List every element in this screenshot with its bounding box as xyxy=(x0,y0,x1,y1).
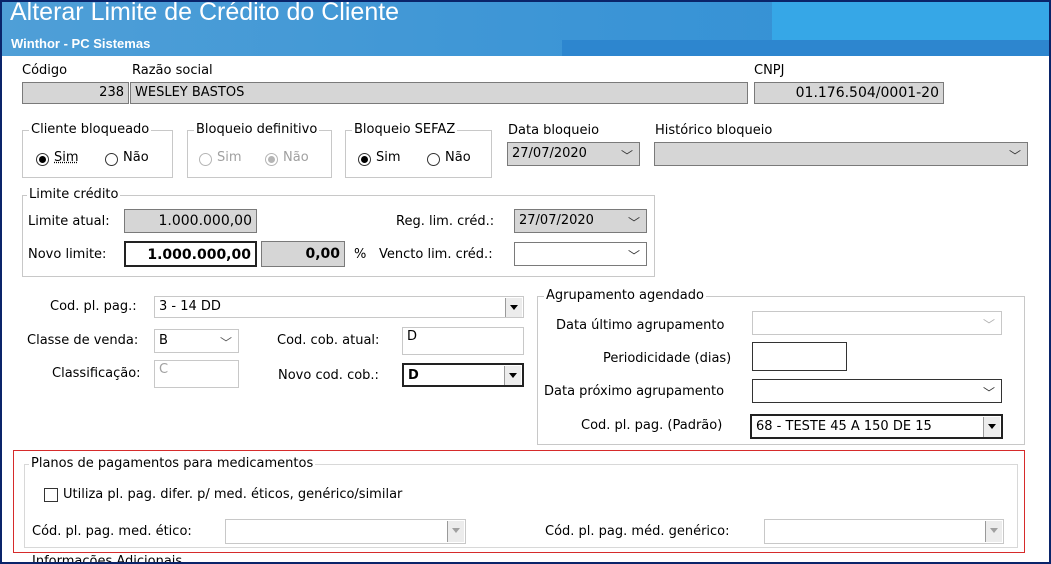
cod-pl-pag-value: 3 - 14 DD xyxy=(159,299,221,314)
agrupamento-agendado-legend: Agrupamento agendado xyxy=(544,288,706,303)
utiliza-pl-pag-checkbox[interactable] xyxy=(44,488,58,502)
bloqueio-definitivo-sim-label[interactable]: Sim xyxy=(217,150,242,165)
limite-credito-legend: Limite crédito xyxy=(27,187,121,202)
historico-bloqueio-label: Histórico bloqueio xyxy=(655,123,773,138)
bloqueio-sefaz-sim-radio[interactable] xyxy=(358,153,371,166)
cliente-bloqueado-nao-label[interactable]: Não xyxy=(123,150,149,165)
chevron-down-icon[interactable]: ﹀ xyxy=(628,212,640,232)
chevron-down-icon[interactable]: ﹀ xyxy=(220,332,232,352)
cod-pl-pag-padrao-combo[interactable]: 68 - TESTE 45 A 150 DE 15 xyxy=(750,414,1003,439)
medicamentos-legend: Planos de pagamentos para medicamentos xyxy=(29,456,316,471)
window-title: Alterar Limite de Crédito do Cliente xyxy=(10,2,400,26)
bloqueio-definitivo-nao-radio[interactable] xyxy=(265,153,278,166)
bloqueio-sefaz-legend: Bloqueio SEFAZ xyxy=(352,122,458,137)
razao-social-label: Razão social xyxy=(132,63,213,78)
bloqueio-definitivo-nao-label[interactable]: Não xyxy=(283,150,309,165)
codigo-field[interactable]: 238 xyxy=(22,82,129,104)
data-bloqueio-picker[interactable]: 27/07/2020 ﹀ xyxy=(507,142,640,166)
percentual-field[interactable]: 0,00 xyxy=(261,241,345,267)
cod-pl-pag-padrao-label: Cod. pl. pag. (Padrão) xyxy=(581,418,723,433)
dropdown-arrow-icon[interactable] xyxy=(447,521,464,542)
cod-pl-pag-label: Cod. pl. pag.: xyxy=(50,299,137,314)
cliente-bloqueado-sim-label[interactable]: Sim xyxy=(54,150,79,165)
novo-limite-label: Novo limite: xyxy=(28,247,107,262)
dropdown-arrow-icon[interactable] xyxy=(505,298,522,317)
bloqueio-definitivo-legend: Bloqueio definitivo xyxy=(194,122,320,137)
bloqueio-sefaz-nao-radio[interactable] xyxy=(427,153,440,166)
data-bloqueio-value: 27/07/2020 xyxy=(512,146,587,161)
data-bloqueio-label: Data bloqueio xyxy=(508,123,600,138)
bloqueio-sefaz-sim-label[interactable]: Sim xyxy=(376,150,401,165)
novo-limite-input[interactable]: 1.000.000,00 xyxy=(124,241,257,267)
chevron-down-icon[interactable]: ﹀ xyxy=(628,245,640,265)
cod-cob-atual-field[interactable]: D xyxy=(402,327,524,355)
cliente-bloqueado-legend: Cliente bloqueado xyxy=(29,122,152,137)
chevron-down-icon[interactable]: ﹀ xyxy=(983,382,995,402)
cod-pl-pag-combo[interactable]: 3 - 14 DD xyxy=(154,296,524,318)
dropdown-arrow-icon[interactable] xyxy=(504,366,521,385)
cliente-bloqueado-sim-radio[interactable] xyxy=(36,153,49,166)
data-ultimo-agrupamento-picker[interactable]: ﹀ xyxy=(752,311,1002,335)
limite-atual-label: Limite atual: xyxy=(28,214,110,229)
classe-venda-label: Classe de venda: xyxy=(27,333,139,348)
utiliza-pl-pag-label[interactable]: Utiliza pl. pag. difer. p/ med. éticos, … xyxy=(63,487,402,502)
cod-pl-pag-etico-combo[interactable] xyxy=(225,519,466,544)
novo-cod-cob-value: D xyxy=(408,368,419,383)
novo-cod-cob-label: Novo cod. cob.: xyxy=(278,368,379,383)
window-subtitle: Winthor - PC Sistemas xyxy=(11,36,151,51)
cnpj-field[interactable]: 01.176.504/0001-20 xyxy=(754,82,944,104)
dropdown-arrow-icon[interactable] xyxy=(983,417,1000,437)
data-proximo-agrupamento-label: Data próximo agrupamento xyxy=(544,384,725,399)
bloqueio-definitivo-sim-radio[interactable] xyxy=(199,153,212,166)
chevron-down-icon[interactable]: ﹀ xyxy=(1009,145,1021,165)
cliente-bloqueado-nao-radio[interactable] xyxy=(105,153,118,166)
reg-lim-cred-label: Reg. lim. créd.: xyxy=(396,214,495,229)
vencto-lim-cred-picker[interactable]: ﹀ xyxy=(514,242,647,266)
classe-venda-combo[interactable]: B ﹀ xyxy=(154,329,239,353)
novo-cod-cob-combo[interactable]: D xyxy=(402,363,524,387)
limite-atual-field[interactable]: 1.000.000,00 xyxy=(124,209,257,233)
historico-bloqueio-combo[interactable]: ﹀ xyxy=(654,142,1028,166)
cod-pl-pag-etico-label: Cód. pl. pag. med. ético: xyxy=(32,524,192,539)
bloqueio-sefaz-nao-label[interactable]: Não xyxy=(445,150,471,165)
vencto-lim-cred-label: Vencto lim. créd.: xyxy=(379,247,493,262)
header-decor-stripe xyxy=(562,40,1049,56)
cod-cob-atual-label: Cod. cob. atual: xyxy=(277,333,380,348)
informacoes-adicionais-label: Informações Adicionais xyxy=(32,554,183,564)
data-ultimo-agrupamento-label: Data último agrupamento xyxy=(556,318,725,333)
window-header: Alterar Limite de Crédito do Cliente Win… xyxy=(2,2,1049,56)
data-proximo-agrupamento-picker[interactable]: ﹀ xyxy=(752,379,1002,403)
chevron-down-icon[interactable]: ﹀ xyxy=(621,145,633,165)
codigo-label: Código xyxy=(22,63,68,78)
classificacao-label: Classificação: xyxy=(52,366,141,381)
dropdown-arrow-icon[interactable] xyxy=(985,521,1002,542)
cod-pl-pag-generico-label: Cód. pl. pag. méd. genérico: xyxy=(545,524,730,539)
cod-pl-pag-generico-combo[interactable] xyxy=(764,519,1004,544)
cnpj-label: CNPJ xyxy=(754,63,785,78)
periodicidade-input[interactable] xyxy=(752,342,847,371)
percent-sign: % xyxy=(354,247,367,262)
razao-social-field[interactable]: WESLEY BASTOS xyxy=(130,82,748,104)
reg-lim-cred-value: 27/07/2020 xyxy=(519,213,594,228)
reg-lim-cred-picker[interactable]: 27/07/2020 ﹀ xyxy=(514,209,647,233)
classificacao-field[interactable]: C xyxy=(154,360,239,388)
periodicidade-label: Periodicidade (dias) xyxy=(603,351,732,366)
chevron-down-icon[interactable]: ﹀ xyxy=(983,314,995,334)
classe-venda-value: B xyxy=(159,333,168,348)
window: Alterar Limite de Crédito do Cliente Win… xyxy=(0,0,1051,564)
cod-pl-pag-padrao-value: 68 - TESTE 45 A 150 DE 15 xyxy=(756,419,932,434)
